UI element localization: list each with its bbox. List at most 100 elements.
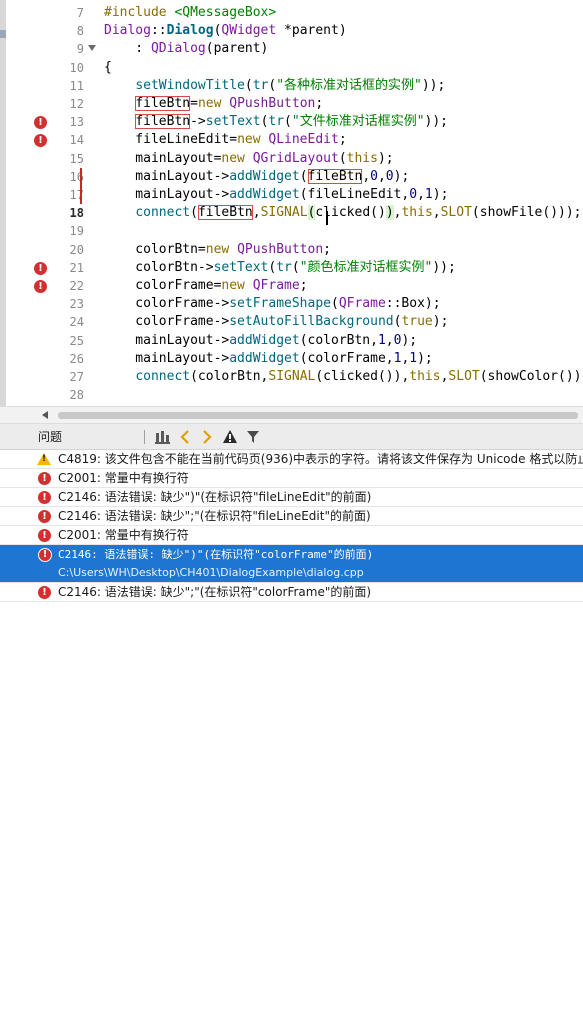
- issue-text: C2001: 常量中有换行符: [58, 471, 189, 485]
- code-line[interactable]: 20 colorBtn=new QPushButton;: [6, 241, 583, 259]
- line-number: 11: [69, 78, 84, 93]
- error-icon: !: [38, 472, 51, 485]
- horizontal-scrollbar[interactable]: [0, 406, 583, 424]
- code-text[interactable]: mainLayout->addWidget(colorFrame,1,1);: [104, 350, 432, 368]
- error-marker-icon[interactable]: !: [34, 280, 47, 293]
- code-text[interactable]: {: [104, 59, 112, 77]
- warning-filter-icon[interactable]: [222, 428, 238, 446]
- issue-error-row[interactable]: ! C2001: 常量中有换行符: [0, 469, 583, 488]
- line-number: 8: [76, 24, 84, 39]
- code-line[interactable]: 8 Dialog::Dialog(QWidget *parent): [6, 22, 583, 40]
- code-line[interactable]: 26 mainLayout->addWidget(colorFrame,1,1)…: [6, 350, 583, 368]
- code-line[interactable]: 15 mainLayout=new QGridLayout(this);: [6, 150, 583, 168]
- issue-error-row[interactable]: ! C2146: 语法错误: 缺少")"(在标识符"colorFrame"的前面)…: [0, 545, 583, 583]
- scrollbar-thumb[interactable]: [58, 412, 578, 419]
- funnel-icon[interactable]: [246, 428, 260, 446]
- code-line[interactable]: 25 mainLayout->addWidget(colorBtn,1,0);: [6, 332, 583, 350]
- line-number: 22: [69, 279, 84, 293]
- issue-text: C2146: 语法错误: 缺少";"(在标识符"colorFrame"的前面): [58, 585, 372, 599]
- prev-icon[interactable]: [178, 428, 192, 446]
- code-line[interactable]: 7 #include <QMessageBox>: [6, 4, 583, 22]
- code-text[interactable]: mainLayout->addWidget(fileBtn,0,0);: [104, 168, 409, 186]
- issue-error-row[interactable]: ! C2146: 语法错误: 缺少";"(在标识符"colorFrame"的前面): [0, 583, 583, 602]
- code-line[interactable]: 11 setWindowTitle(tr("各种标准对话框的实例"));: [6, 77, 583, 95]
- error-icon: !: [38, 586, 51, 599]
- code-text[interactable]: colorFrame=new QFrame;: [104, 277, 307, 295]
- line-number: 7: [76, 6, 84, 20]
- issue-text: C2146: 语法错误: 缺少")"(在标识符"colorFrame"的前面): [58, 548, 374, 561]
- issue-warning-row[interactable]: ! C4819: 该文件包含不能在当前代码页(936)中表示的字符。请将该文件保存…: [0, 450, 583, 469]
- line-number: 28: [69, 388, 84, 403]
- toolbar-separator: [144, 430, 145, 444]
- code-line[interactable]: ! 14 fileLineEdit=new QLineEdit;: [6, 131, 583, 149]
- code-line[interactable]: ! 22 colorFrame=new QFrame;: [6, 277, 583, 295]
- code-line[interactable]: 27 connect(colorBtn,SIGNAL(clicked()),th…: [6, 368, 583, 386]
- error-icon: !: [38, 548, 52, 562]
- line-number: 23: [69, 297, 84, 312]
- error-icon: !: [38, 510, 51, 523]
- code-line[interactable]: ! 21 colorBtn->setText(tr("颜色标准对话框实例"));: [6, 259, 583, 277]
- filter-icon[interactable]: [154, 428, 170, 446]
- code-text[interactable]: colorBtn->setText(tr("颜色标准对话框实例"));: [104, 259, 456, 277]
- line-number: 19: [69, 224, 84, 239]
- issue-error-row[interactable]: ! C2001: 常量中有换行符: [0, 526, 583, 545]
- error-marker-icon[interactable]: !: [34, 134, 47, 148]
- line-number: 24: [69, 315, 84, 330]
- watermark: https://blog.csdn.net/hhhhhhhhhhwwwwwwww…: [218, 998, 521, 1012]
- code-line[interactable]: 16 mainLayout->addWidget(fileBtn,0,0);: [6, 167, 583, 186]
- fold-arrow-icon[interactable]: [88, 45, 96, 52]
- code-text[interactable]: connect(fileBtn,SIGNAL(clicked()),this,S…: [104, 204, 582, 222]
- code-text[interactable]: : QDialog(parent): [104, 40, 268, 58]
- line-number: 15: [69, 151, 84, 166]
- issue-file-path: C:\Users\WH\Desktop\CH401\DialogExample\…: [58, 566, 364, 579]
- code-text[interactable]: fileBtn=new QPushButton;: [104, 95, 323, 113]
- issues-pane: 问题 ! C4819: 该文件包含不能在当前代码页(936)中表示的字符。请将该文…: [0, 424, 583, 1012]
- code-text[interactable]: colorFrame->setFrameShape(QFrame::Box);: [104, 295, 440, 313]
- code-text[interactable]: Dialog::Dialog(QWidget *parent): [104, 22, 347, 40]
- error-icon: !: [38, 529, 51, 542]
- line-number: 9: [76, 42, 84, 57]
- code-text[interactable]: mainLayout->addWidget(fileLineEdit,0,1);: [104, 186, 448, 204]
- code-line[interactable]: 23 colorFrame->setFrameShape(QFrame::Box…: [6, 295, 583, 313]
- code-line[interactable]: ! 13 fileBtn->setText(tr("文件标准对话框实例"));: [6, 113, 583, 131]
- code-line[interactable]: 18 connect(fileBtn,SIGNAL(clicked()),thi…: [6, 204, 583, 222]
- issue-error-row[interactable]: ! C2146: 语法错误: 缺少")"(在标识符"fileLineEdit"的前…: [0, 488, 583, 507]
- code-text[interactable]: colorBtn=new QPushButton;: [104, 241, 331, 259]
- error-marker-icon[interactable]: !: [34, 261, 47, 275]
- line-number: 26: [69, 351, 84, 366]
- code-line[interactable]: 9 : QDialog(parent): [6, 40, 583, 58]
- code-editor[interactable]: 7 #include <QMessageBox>8 Dialog::Dialog(Q…: [6, 0, 583, 406]
- code-text[interactable]: mainLayout->addWidget(colorBtn,1,0);: [104, 332, 417, 350]
- code-line[interactable]: 19: [6, 222, 583, 240]
- code-text[interactable]: fileLineEdit=new QLineEdit;: [104, 131, 346, 149]
- code-text[interactable]: connect(colorBtn,SIGNAL(clicked()),this,…: [104, 368, 583, 386]
- code-line[interactable]: 10 {: [6, 59, 583, 77]
- line-number: 10: [69, 60, 84, 75]
- issue-text: C2146: 语法错误: 缺少";"(在标识符"fileLineEdit"的前面…: [58, 509, 371, 523]
- line-number: 17: [69, 188, 84, 202]
- code-line[interactable]: 12 fileBtn=new QPushButton;: [6, 95, 583, 113]
- scroll-left-arrow-icon[interactable]: [42, 411, 48, 419]
- code-text[interactable]: fileBtn->setText(tr("文件标准对话框实例"));: [104, 113, 448, 131]
- code-line[interactable]: 24 colorFrame->setAutoFillBackground(tru…: [6, 313, 583, 331]
- code-line[interactable]: 28: [6, 386, 583, 404]
- line-number: 14: [69, 133, 84, 148]
- code-text[interactable]: #include <QMessageBox>: [104, 4, 276, 22]
- code-text[interactable]: mainLayout=new QGridLayout(this);: [104, 150, 393, 168]
- issue-text: C2146: 语法错误: 缺少")"(在标识符"fileLineEdit"的前面…: [58, 490, 372, 504]
- code-text[interactable]: setWindowTitle(tr("各种标准对话框的实例"));: [104, 77, 445, 95]
- code-text[interactable]: colorFrame->setAutoFillBackground(true);: [104, 313, 448, 331]
- next-icon[interactable]: [200, 428, 214, 446]
- issue-error-row[interactable]: ! C2146: 语法错误: 缺少";"(在标识符"fileLineEdit"的前…: [0, 507, 583, 526]
- change-marker: [80, 186, 82, 204]
- line-number: 13: [69, 115, 84, 130]
- issues-pane-title: 问题: [38, 430, 63, 444]
- line-number: 21: [69, 260, 84, 275]
- error-marker-icon[interactable]: !: [34, 116, 47, 130]
- line-number: 25: [69, 333, 84, 348]
- issue-text: C2001: 常量中有换行符: [58, 528, 189, 542]
- text-cursor: [326, 211, 328, 225]
- issue-text: C4819: 该文件包含不能在当前代码页(936)中表示的字符。请将该文件保存为…: [58, 452, 583, 466]
- code-line[interactable]: 17 mainLayout->addWidget(fileLineEdit,0,…: [6, 186, 583, 204]
- line-number: 27: [69, 370, 84, 384]
